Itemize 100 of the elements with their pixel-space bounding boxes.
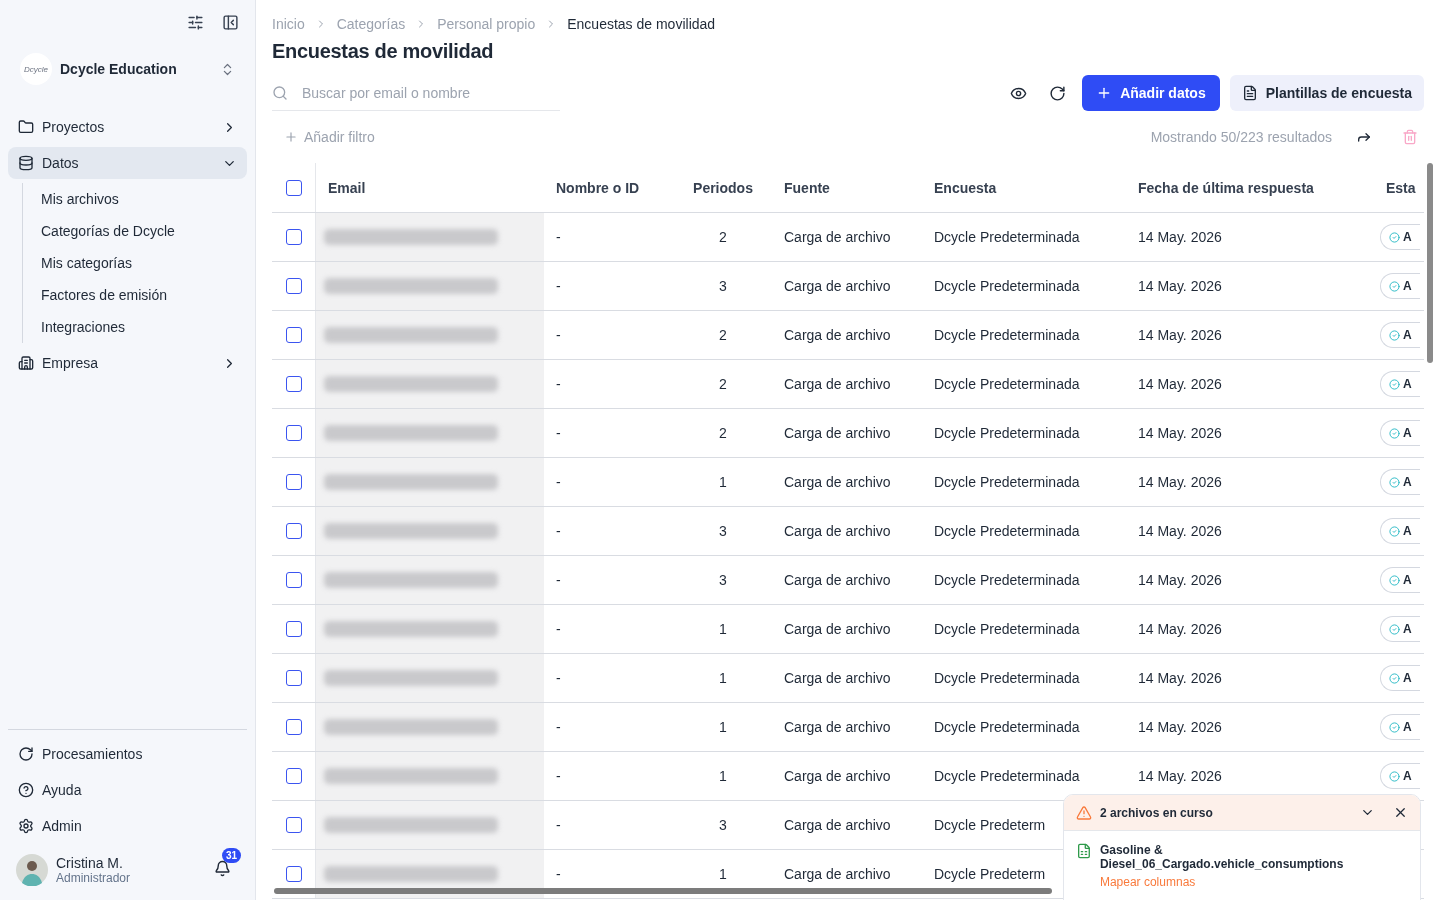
table-cell: 14 May. 2026	[1138, 376, 1222, 392]
close-icon[interactable]	[1393, 805, 1408, 820]
warning-icon	[1076, 804, 1092, 821]
table-cell: Carga de archivo	[784, 523, 891, 539]
row-checkbox[interactable]	[285, 670, 302, 686]
row-checkbox[interactable]	[285, 278, 302, 294]
select-all-checkbox[interactable]	[285, 179, 302, 196]
table-cell: -	[556, 376, 561, 392]
templates-button[interactable]: Plantillas de encuesta	[1229, 75, 1424, 111]
table-cell: 14 May. 2026	[1138, 327, 1222, 343]
table-cell: -	[556, 621, 561, 637]
refresh-icon	[18, 746, 34, 762]
row-checkbox[interactable]	[285, 523, 302, 539]
table-cell: Dcycle Predeterm	[934, 866, 1046, 882]
table-cell: 14 May. 2026	[1138, 425, 1222, 441]
row-checkbox[interactable]	[285, 768, 302, 784]
table-cell: Carga de archivo	[784, 572, 891, 588]
nav-subitem[interactable]: Integraciones	[41, 311, 247, 343]
table-cell: 14 May. 2026	[1138, 670, 1222, 686]
page-title: Encuestas de movilidad	[272, 40, 495, 63]
row-checkbox[interactable]	[285, 621, 302, 637]
table-cell: 14 May. 2026	[1138, 474, 1222, 490]
row-checkbox[interactable]	[285, 866, 302, 882]
table-cell: Carga de archivo	[784, 719, 891, 735]
table-cell: Dcycle Predeterminada	[934, 327, 1080, 343]
folder-icon	[18, 119, 34, 135]
spreadsheet-icon	[1076, 843, 1092, 859]
add-data-button[interactable]: Añadir datos	[1082, 75, 1220, 111]
vertical-scrollbar[interactable]	[1427, 163, 1433, 363]
column-header[interactable]: Esta	[1374, 179, 1424, 196]
row-checkbox[interactable]	[285, 327, 302, 343]
table-cell: Dcycle Predeterminada	[934, 719, 1080, 735]
org-logo: Dcycle	[20, 53, 52, 85]
table-cell: Dcycle Predeterminada	[934, 523, 1080, 539]
table-cell: Dcycle Predeterminada	[934, 278, 1080, 294]
row-checkbox[interactable]	[285, 572, 302, 588]
table-cell: 2	[719, 376, 727, 392]
column-header[interactable]: Nombre o ID	[544, 179, 674, 196]
column-header[interactable]: Periodos	[674, 179, 772, 196]
row-checkbox[interactable]	[285, 425, 302, 441]
settings-icon	[18, 818, 34, 834]
bell-icon[interactable]	[214, 859, 231, 877]
table-cell: Carga de archivo	[784, 670, 891, 686]
table-cell: -	[556, 425, 561, 441]
file-name: Gasoline & Diesel_06_Cargado.vehicle_consumptions	[1099, 843, 1345, 871]
nav-subitem[interactable]: Mis categorías	[41, 247, 247, 279]
search-field[interactable]: Buscar por email o nombre	[300, 83, 560, 102]
table-cell: 14 May. 2026	[1138, 229, 1222, 245]
table-cell: 14 May. 2026	[1138, 523, 1222, 539]
nav-subitem[interactable]: Factores de emisión	[41, 279, 247, 311]
nav-item[interactable]: Admin	[8, 810, 247, 842]
database-icon	[18, 155, 34, 171]
row-checkbox[interactable]	[285, 719, 302, 735]
table-cell: Carga de archivo	[784, 621, 891, 637]
building-icon	[18, 355, 34, 371]
nav-item[interactable]: Empresa	[8, 347, 247, 379]
table-cell: Dcycle Predeterm	[934, 817, 1046, 833]
table-cell: Dcycle Predeterminada	[934, 572, 1080, 588]
row-checkbox[interactable]	[285, 474, 302, 490]
table-cell: 3	[719, 278, 727, 294]
breadcrumb-item[interactable]: Encuestas de movilidad	[567, 16, 716, 32]
nav-item[interactable]: Ayuda	[8, 774, 247, 806]
table-cell: 1	[719, 474, 727, 490]
table-cell: -	[556, 327, 561, 343]
collapse-sidebar-icon[interactable]	[222, 14, 239, 31]
nav-item[interactable]: Datos	[8, 147, 247, 179]
table-cell: Dcycle Predeterminada	[934, 229, 1080, 245]
table-cell: 14 May. 2026	[1138, 572, 1222, 588]
table-cell: 1	[719, 670, 727, 686]
table-cell: 2	[719, 229, 727, 245]
table-cell: 3	[719, 523, 727, 539]
table-cell: 2	[719, 327, 727, 343]
column-header[interactable]: Email	[316, 179, 544, 196]
table-cell: -	[556, 719, 561, 735]
nav-subitem[interactable]: Mis archivos	[41, 183, 247, 215]
table-cell: Carga de archivo	[784, 768, 891, 784]
nav-subitem[interactable]: Categorías de Dcycle	[41, 215, 247, 247]
document-icon	[1241, 85, 1258, 101]
table-cell: 14 May. 2026	[1138, 278, 1222, 294]
table-cell: -	[556, 866, 561, 882]
row-checkbox[interactable]	[285, 376, 302, 392]
table-cell: Dcycle Predeterminada	[934, 621, 1080, 637]
table-cell: 1	[719, 768, 727, 784]
table-cell: Carga de archivo	[784, 229, 891, 245]
sliders-icon[interactable]	[187, 14, 204, 31]
plus-icon	[284, 130, 298, 144]
row-checkbox[interactable]	[285, 229, 302, 245]
horizontal-scrollbar[interactable]	[274, 888, 1052, 894]
column-header[interactable]: Fecha de última respuesta	[1126, 179, 1374, 196]
row-checkbox[interactable]	[285, 817, 302, 833]
column-header[interactable]: Fuente	[772, 179, 922, 196]
table-cell: 2	[719, 425, 727, 441]
nav-item[interactable]: Proyectos	[8, 111, 247, 143]
table-cell: 14 May. 2026	[1138, 621, 1222, 637]
table-cell: Carga de archivo	[784, 474, 891, 490]
table-cell: 1	[719, 866, 727, 882]
table-cell: -	[556, 278, 561, 294]
column-header[interactable]: Encuesta	[922, 179, 1126, 196]
nav-item[interactable]: Procesamientos	[8, 738, 247, 770]
table-cell: Carga de archivo	[784, 278, 891, 294]
